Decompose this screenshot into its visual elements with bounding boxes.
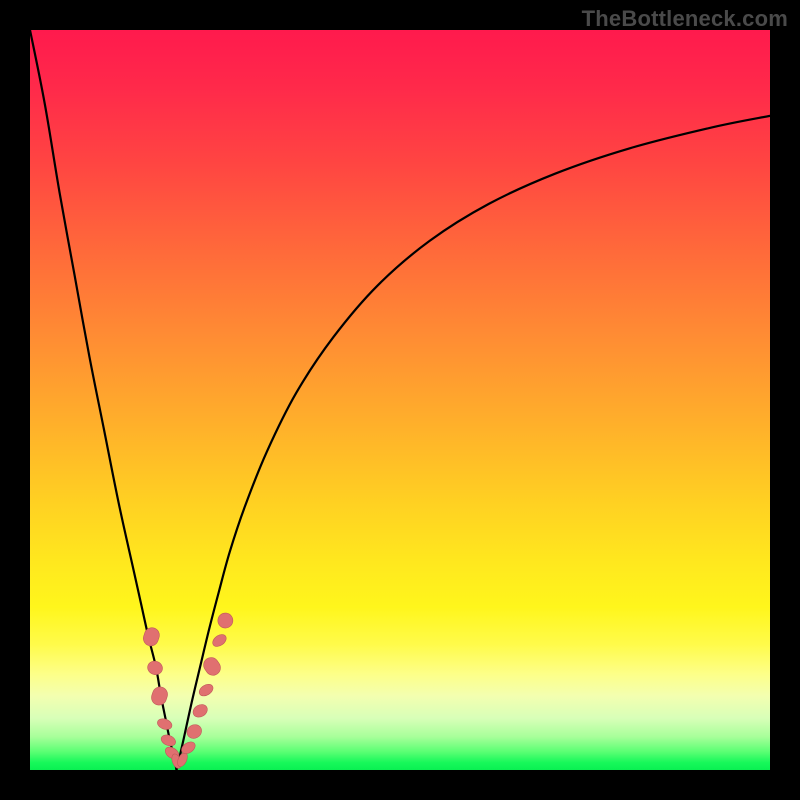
- plot-area: [30, 30, 770, 770]
- bead-0: [141, 626, 161, 648]
- beads-layer: [141, 610, 235, 770]
- bead-4: [160, 733, 178, 748]
- watermark-text: TheBottleneck.com: [582, 6, 788, 32]
- chart-frame: TheBottleneck.com: [0, 0, 800, 800]
- chart-svg: [30, 30, 770, 770]
- bead-12: [201, 655, 224, 679]
- curve-right-branch: [177, 116, 770, 770]
- bead-3: [156, 717, 174, 732]
- bead-10: [191, 702, 210, 720]
- bead-14: [215, 610, 236, 631]
- curves-layer: [30, 30, 770, 770]
- curve-left-branch: [30, 30, 177, 770]
- bead-2: [150, 685, 170, 707]
- bead-11: [197, 682, 215, 698]
- bead-13: [210, 632, 228, 649]
- bead-1: [146, 659, 164, 676]
